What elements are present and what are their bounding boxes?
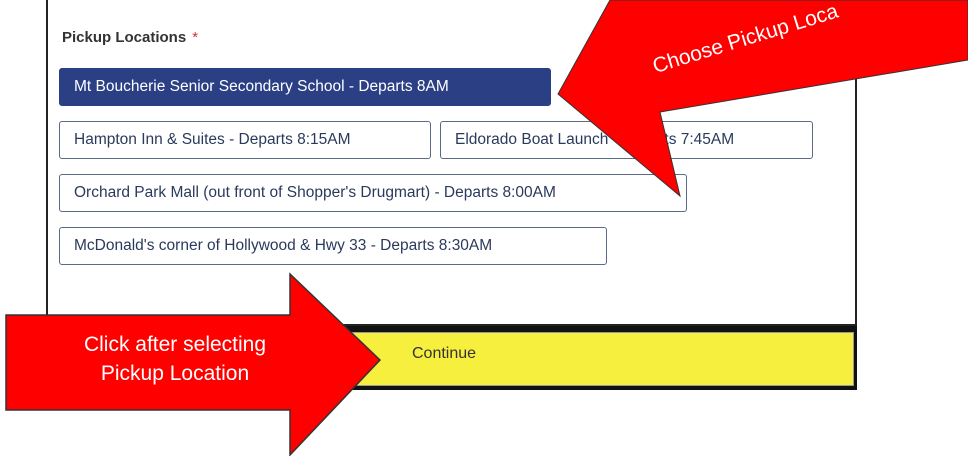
left-callout-line2: Pickup Location bbox=[100, 362, 250, 385]
left-callout-line1: Click after selecting bbox=[83, 333, 267, 356]
left-callout-text: Click after selecting Pickup Location bbox=[30, 330, 320, 388]
